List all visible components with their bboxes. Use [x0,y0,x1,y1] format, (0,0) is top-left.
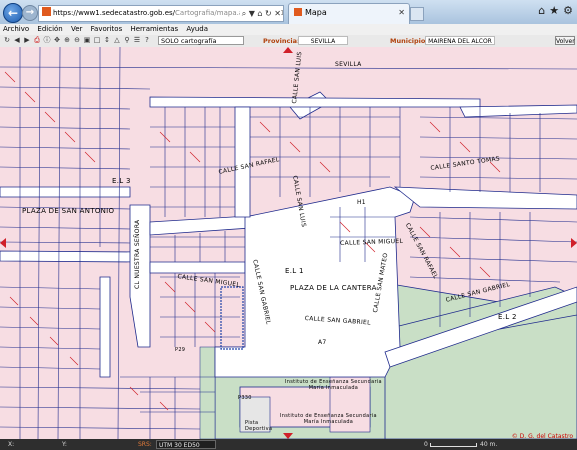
pan-icon[interactable]: ✥ [53,36,61,44]
arrow-right-icon: → [25,7,35,18]
pan-west-arrow[interactable] [0,238,6,248]
selected-parcel[interactable] [220,286,244,350]
label-plaza-cantera: PLAZA DE LA CANTERA [290,284,377,292]
municipio-label: Municipio: [390,37,428,45]
home-icon[interactable]: ⌂ [538,4,545,17]
label-p29: P29 [175,347,186,353]
zoom-out-icon[interactable]: ⊖ [73,36,81,44]
menu-ayuda[interactable]: Ayuda [186,25,208,33]
srs-label: SRS: [138,441,152,448]
label-pista: Pista Deportiva [245,420,273,432]
layers-icon[interactable]: ☰ [133,36,141,44]
menu-archivo[interactable]: Archivo [3,25,29,33]
x-coord-label: X: [8,441,15,448]
info-icon[interactable]: ⓘ [43,36,51,44]
forward-button[interactable]: → [22,5,38,21]
prev-extent-icon[interactable]: ◀ [13,36,21,44]
menu-ver[interactable]: Ver [71,25,82,33]
y-coord-label: Y: [62,441,67,448]
back-button[interactable]: ← [3,3,23,23]
zoom-box-icon[interactable]: ▣ [83,36,91,44]
label-el1: E.L 1 [285,267,304,275]
zoom-in-icon[interactable]: ⊕ [63,36,71,44]
address-bar-icons[interactable]: ⌕ ▼ ⌂ ↻ ✕ [239,6,281,21]
label-h1: H1 [357,199,366,206]
site-favicon-icon [42,7,51,16]
tab-title: Mapa [305,8,327,17]
green-strip [199,346,216,439]
label-el2: E.L 2 [498,313,517,321]
refresh-icon[interactable]: ↻ [3,36,11,44]
next-extent-icon[interactable]: ▶ [23,36,31,44]
browser-tab[interactable]: Mapa ✕ [288,3,410,24]
search-icon[interactable]: ⚲ [123,36,131,44]
address-bar[interactable]: https://www1.sedecatastro.gob.es/Cartogr… [38,5,284,22]
label-cl-nuestra-senora: CL NUESTRA SEÑORA [134,219,141,289]
close-tab-icon[interactable]: ✕ [398,4,405,22]
menu-favoritos[interactable]: Favoritos [91,25,123,33]
label-p330: P330 [238,395,252,401]
volver-button[interactable]: Volver [555,36,575,45]
url-domain: https://www1.sedecatastro.gob.es/ [53,9,176,17]
label-el3: E.L 3 [112,177,131,185]
browser-titlebar: ← → https://www1.sedecatastro.gob.es/Car… [0,0,577,25]
layer-select[interactable]: SOLO cartografía catastral [158,36,244,54]
window-icons: ⌂ ★ ⚙ [534,4,573,17]
label-instituto-1: Instituto de Enseñanza Secundaria María … [285,379,382,391]
label-plaza-san-antonio: PLAZA DE SAN ANTONIO [22,207,115,215]
provincia-label: Provincia: [263,37,300,45]
area-icon[interactable]: △ [113,36,121,44]
label-sevilla: SEVILLA [335,61,362,68]
menu-edicion[interactable]: Edición [37,25,62,33]
scale-bar [430,443,477,447]
help-icon[interactable]: ? [143,36,151,44]
pan-east-arrow[interactable] [571,238,577,248]
scale-zero: 0 [424,441,428,448]
label-instituto-2: Instituto de Enseñanza Secundaria María … [280,413,377,425]
srs-select[interactable]: UTM 30 ED50 [156,440,216,449]
star-icon[interactable]: ★ [549,4,559,17]
arrow-left-icon: ← [7,6,19,20]
cadastral-map[interactable]: PLAZA DE SAN ANTONIO PLAZA DE LA CANTERA… [0,47,577,439]
tab-favicon-icon [294,8,302,16]
new-tab-button[interactable] [410,7,424,21]
menu-herramientas[interactable]: Herramientas [130,25,178,33]
print-icon[interactable]: ⎙ [33,36,41,44]
gear-icon[interactable]: ⚙ [563,4,573,17]
provincia-field[interactable]: SEVILLA [298,36,348,45]
scale-max: 40 m. [480,441,498,448]
pan-north-arrow[interactable] [283,47,293,53]
label-a7: A7 [318,339,327,346]
status-bar: X: Y: SRS: UTM 30 ED50 0 40 m. [0,439,577,450]
full-extent-icon[interactable]: □ [93,36,101,44]
municipio-field[interactable]: MAIRENA DEL ALCOR [425,36,495,45]
measure-icon[interactable]: ↕ [103,36,111,44]
